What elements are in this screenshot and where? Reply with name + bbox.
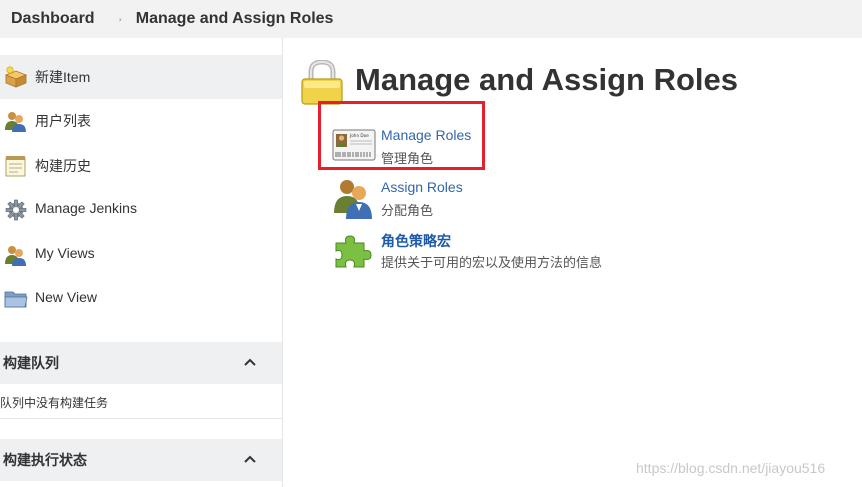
sidebar-item-label: Manage Jenkins (35, 200, 137, 216)
highlight-box (318, 101, 485, 170)
sidebar-item-label: New View (35, 289, 97, 305)
build-queue-header[interactable]: 构建队列 (0, 342, 282, 384)
sidebar-item-manage-jenkins[interactable]: Manage Jenkins (0, 188, 282, 232)
breadcrumb-dashboard[interactable]: Dashboard (11, 10, 95, 28)
folder-icon (4, 291, 28, 308)
sidebar-item-label: 新建Item (35, 69, 91, 85)
role-macros-link[interactable]: 角色策略宏 (381, 231, 451, 251)
lock-icon (301, 60, 343, 105)
user-views-icon (5, 246, 26, 266)
breadcrumb-bar: Dashboard › Manage and Assign Roles (0, 0, 862, 38)
sidebar: 新建Item 用户列表 构建历史 Manage Jenkins My Views… (0, 38, 283, 487)
assign-roles-link[interactable]: Assign Roles (381, 179, 463, 195)
sidebar-item-label: 构建历史 (35, 158, 91, 174)
sidebar-item-new-item[interactable]: 新建Item (0, 55, 282, 99)
executor-status-title: 构建执行状态 (3, 453, 87, 469)
build-queue-empty-text: 队列中没有构建任务 (0, 396, 109, 410)
users-icon[interactable] (332, 179, 376, 223)
watermark: https://blog.csdn.net/jiayou516 (636, 460, 826, 476)
executor-status-header[interactable]: 构建执行状态 (0, 439, 282, 481)
chevron-up-icon[interactable] (243, 357, 257, 367)
sidebar-item-new-view[interactable]: New View (0, 277, 282, 321)
pane-divider (0, 418, 282, 419)
breadcrumb-current[interactable]: Manage and Assign Roles (136, 10, 334, 28)
sidebar-item-my-views[interactable]: My Views (0, 233, 282, 277)
assign-roles-description: 分配角色 (381, 204, 434, 219)
breadcrumb-separator-icon[interactable]: › (119, 15, 122, 24)
notepad-icon (5, 156, 26, 177)
sidebar-item-users[interactable]: 用户列表 (0, 99, 282, 143)
build-queue-title: 构建队列 (3, 356, 59, 372)
role-macros-description: 提供关于可用的宏以及使用方法的信息 (381, 256, 603, 271)
new-item-icon (4, 66, 28, 88)
puzzle-icon[interactable] (332, 231, 376, 275)
sidebar-item-label: 用户列表 (35, 113, 91, 129)
chevron-up-icon[interactable] (243, 454, 257, 464)
users-icon (5, 112, 26, 132)
sidebar-item-label: My Views (35, 245, 95, 261)
sidebar-item-build-history[interactable]: 构建历史 (0, 144, 282, 188)
gear-icon (5, 199, 27, 221)
page-title: Manage and Assign Roles (355, 62, 738, 97)
